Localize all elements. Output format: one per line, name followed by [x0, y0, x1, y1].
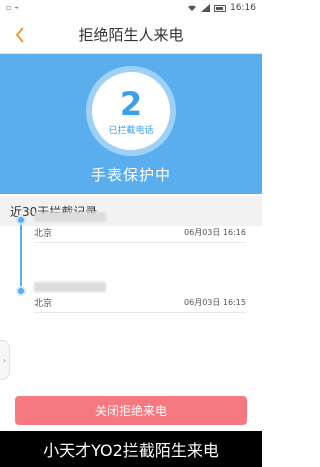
- status-left: ▫ ⌁: [6, 4, 19, 12]
- usb-icon: ⌁: [14, 3, 20, 12]
- close-reject-calls-label: 关闭拒绝来电: [94, 404, 167, 418]
- blocked-count-circle: 2 已拦截电话: [86, 66, 176, 156]
- blocked-count: 2: [119, 84, 143, 123]
- back-button[interactable]: [8, 23, 32, 47]
- blocked-count-label: 已拦截电话: [108, 125, 154, 136]
- close-reject-calls-button[interactable]: 关闭拒绝来电: [15, 396, 247, 425]
- record-divider: [34, 242, 246, 243]
- timeline-dot: [16, 286, 26, 296]
- page-title: 拒绝陌生人来电: [78, 26, 184, 44]
- record-item[interactable]: 北京 06月03日 16:16: [0, 212, 262, 274]
- record-time: 06月03日 16:15: [184, 298, 246, 307]
- side-drawer-handle[interactable]: ›: [0, 340, 10, 380]
- nav-bar: 拒绝陌生人来电: [0, 16, 262, 54]
- status-right: 16:16: [187, 3, 256, 13]
- record-number-redacted: [34, 282, 106, 292]
- back-arrow-icon: [15, 27, 24, 43]
- record-number-redacted: [34, 212, 106, 222]
- status-time: 16:16: [230, 3, 256, 13]
- record-divider: [34, 312, 246, 313]
- wifi-icon: [188, 5, 197, 11]
- caption-text: 小天才YO2拦截陌生来电: [43, 441, 219, 460]
- status-bar: ▫ ⌁ 16:16: [0, 0, 262, 16]
- protection-hero: 2 已拦截电话 手表保护中: [0, 54, 262, 194]
- battery-icon: [214, 4, 227, 12]
- chevron-right-icon: ›: [2, 355, 7, 365]
- notification-icon: ▫: [6, 3, 12, 12]
- record-city: 北京: [34, 229, 53, 239]
- timeline-dot: [16, 215, 26, 225]
- video-caption: 小天才YO2拦截陌生来电: [0, 431, 262, 467]
- record-time: 06月03日 16:16: [184, 228, 246, 237]
- record-city: 北京: [34, 299, 53, 309]
- record-item[interactable]: 北京 06月03日 16:15: [0, 280, 262, 328]
- signal-icon: [201, 4, 211, 12]
- protection-status: 手表保护中: [90, 166, 171, 184]
